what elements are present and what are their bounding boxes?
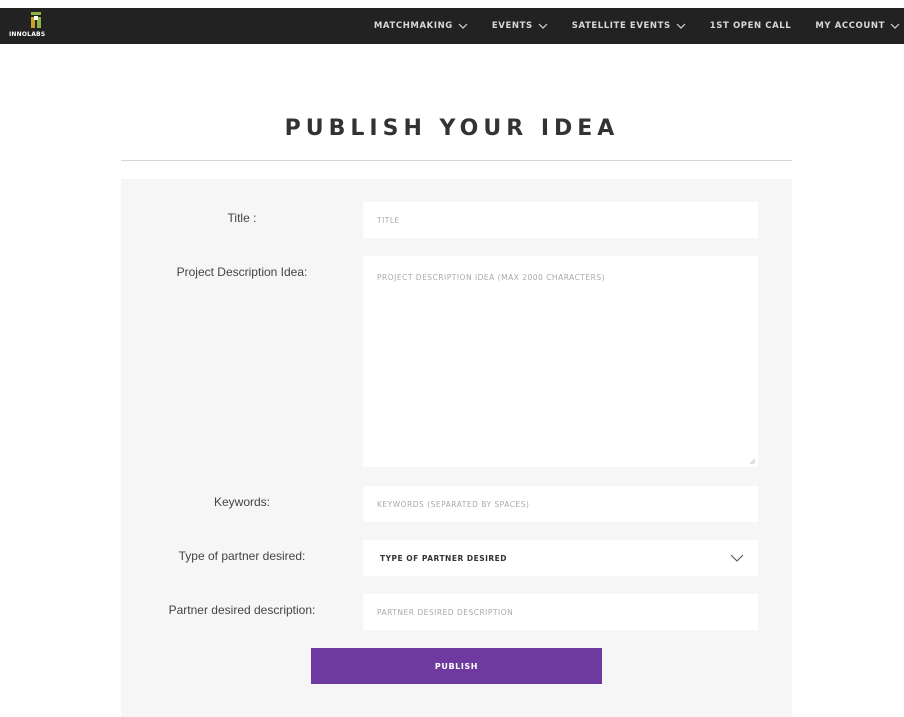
description-label: Project Description Idea:: [176, 265, 308, 279]
description-placeholder: PROJECT DESCRIPTION IDEA (MAX 2000 CHARA…: [377, 273, 606, 282]
main-nav: MATCHMAKING EVENTS SATELLITE EVENTS 1ST …: [374, 8, 904, 44]
publish-button[interactable]: PUBLISH: [311, 648, 602, 684]
partner-type-select[interactable]: TYPE OF PARTNER DESIRED: [363, 540, 758, 576]
innolabs-logo[interactable]: INNOLABS: [9, 11, 49, 41]
partner-description-label: Partner desired description:: [168, 603, 316, 617]
title-label: Title :: [227, 211, 257, 225]
chevron-down-icon: [538, 23, 548, 29]
resize-grip-icon[interactable]: [749, 458, 755, 464]
keywords-label: Keywords:: [213, 495, 271, 509]
title-input[interactable]: TITLE: [363, 202, 758, 238]
nav-item-my-account[interactable]: MY ACCOUNT: [815, 21, 900, 31]
logo-text: INNOLABS: [9, 31, 46, 38]
keywords-input[interactable]: KEYWORDS (SEPARATED BY SPACES): [363, 486, 758, 522]
nav-item-label: MATCHMAKING: [373, 21, 453, 31]
page-title: PUBLISH YOUR IDEA: [284, 116, 620, 141]
nav-item-label: SATELLITE EVENTS: [571, 21, 671, 31]
nav-item-label: MY ACCOUNT: [815, 21, 885, 31]
partner-description-placeholder: PARTNER DESIRED DESCRIPTION: [377, 607, 514, 617]
title-divider: [121, 160, 792, 161]
description-textarea[interactable]: PROJECT DESCRIPTION IDEA (MAX 2000 CHARA…: [363, 256, 758, 467]
top-navbar: INNOLABS MATCHMAKING EVENTS SATELLITE EV…: [0, 8, 904, 44]
keywords-placeholder: KEYWORDS (SEPARATED BY SPACES): [377, 499, 530, 509]
chevron-down-icon: [676, 23, 686, 29]
publish-idea-form: Title : TITLE Project Description Idea: …: [121, 179, 792, 717]
nav-item-label: EVENTS: [491, 21, 533, 31]
partner-type-selected: TYPE OF PARTNER DESIRED: [380, 553, 508, 563]
nav-item-satellite-events[interactable]: SATELLITE EVENTS: [572, 21, 686, 31]
nav-item-matchmaking[interactable]: MATCHMAKING: [374, 21, 468, 31]
title-placeholder: TITLE: [377, 215, 400, 225]
chevron-down-icon: [730, 554, 744, 562]
chevron-down-icon: [458, 23, 468, 29]
chevron-down-icon: [890, 23, 900, 29]
logo-mark-icon: [31, 12, 41, 28]
partner-type-label: Type of partner desired:: [178, 549, 306, 563]
nav-item-events[interactable]: EVENTS: [492, 21, 548, 31]
partner-description-input[interactable]: PARTNER DESIRED DESCRIPTION: [363, 594, 758, 630]
nav-item-open-call[interactable]: 1ST OPEN CALL: [710, 21, 792, 31]
nav-item-label: 1ST OPEN CALL: [709, 21, 792, 31]
